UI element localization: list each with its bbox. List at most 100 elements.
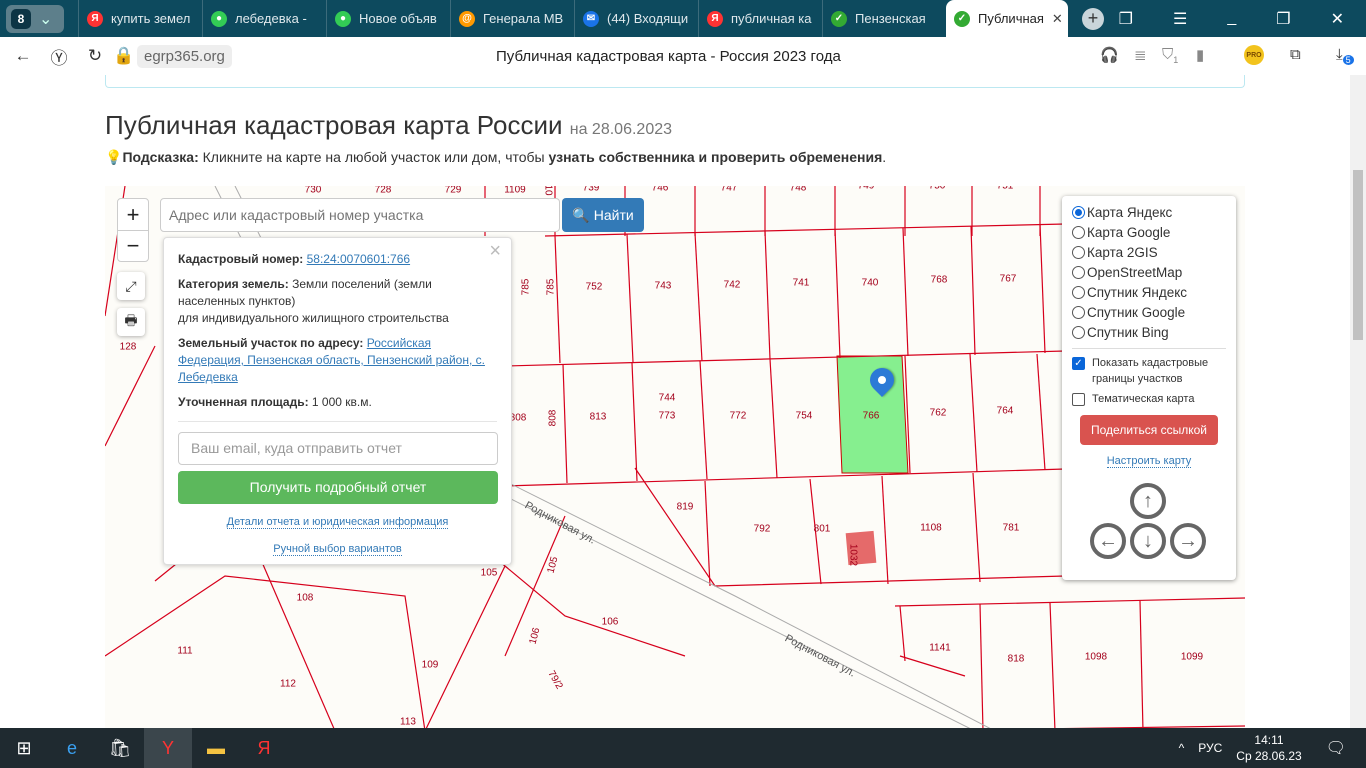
parcel-label[interactable]: 750 — [929, 186, 946, 192]
parcel-label[interactable]: 728 — [375, 186, 392, 196]
email-input[interactable]: Ваш email, куда отправить отчет — [178, 432, 498, 465]
close-tab-icon[interactable]: ✕ — [1052, 11, 1063, 27]
pan-up-button[interactable]: ↑ — [1130, 483, 1166, 519]
notifications-icon[interactable]: 🗨 — [1326, 738, 1346, 758]
parcel-label[interactable]: 741 — [793, 278, 810, 289]
pan-right-button[interactable]: → — [1170, 523, 1206, 559]
edge-icon[interactable]: e — [48, 728, 96, 768]
thematic-map-checkbox[interactable]: Тематическая карта — [1072, 391, 1236, 407]
close-window-button[interactable]: ✕ — [1331, 9, 1344, 29]
parcel-label[interactable]: 113 — [400, 717, 416, 728]
layer-option[interactable]: Спутник Яндекс — [1072, 282, 1236, 302]
layer-option[interactable]: Карта 2GIS — [1072, 242, 1236, 262]
parcel-label[interactable]: 1098 — [1085, 652, 1107, 663]
extensions-icon[interactable]: ⧉ — [1290, 46, 1301, 63]
print-button[interactable]: 🖶 — [117, 308, 145, 336]
get-report-button[interactable]: Получить подробный отчет — [178, 471, 498, 504]
parcel-label[interactable]: 749 — [858, 186, 875, 192]
parcel-label[interactable]: 785 — [546, 279, 557, 296]
parcel-label[interactable]: 781 — [1003, 523, 1020, 534]
parcel-label[interactable]: 752 — [586, 282, 603, 293]
parcel-label[interactable]: 754 — [796, 411, 813, 422]
parcel-label[interactable]: 808 — [510, 413, 527, 424]
zoom-in-button[interactable]: + — [118, 199, 148, 230]
parcel-label[interactable]: 128 — [120, 342, 137, 353]
pro-badge[interactable]: PRO — [1244, 45, 1264, 65]
parcel-label[interactable]: 105 — [481, 568, 498, 579]
parcel-label[interactable]: 1099 — [1181, 652, 1203, 663]
language-indicator[interactable]: РУС — [1198, 741, 1222, 755]
browser-tab[interactable]: @ Генерала МВ — [450, 0, 574, 37]
url-field[interactable]: egrp365.org — [137, 44, 232, 68]
parcel-label[interactable]: 762 — [930, 408, 947, 419]
parcel-label[interactable]: 818 — [1008, 654, 1025, 665]
downloads-icon[interactable]: ⤓ 5 — [1336, 46, 1354, 65]
pan-left-button[interactable]: ← — [1090, 523, 1126, 559]
parcel-label[interactable]: 108 — [297, 593, 314, 604]
details-link[interactable]: Детали отчета и юридическая информация — [226, 516, 449, 529]
cadastral-map[interactable]: 7307287291109107397467477487497507512901… — [105, 186, 1245, 728]
parcel-label[interactable]: 112 — [280, 679, 296, 690]
yandex-browser-icon[interactable]: Y — [144, 728, 192, 768]
layer-option[interactable]: OpenStreetMap — [1072, 262, 1236, 282]
parcel-label[interactable]: 792 — [754, 524, 771, 535]
browser-tab[interactable]: ● лебедевка - — [202, 0, 326, 37]
search-input[interactable] — [160, 198, 560, 232]
reload-icon[interactable]: ↻ — [77, 46, 113, 66]
parcel-label[interactable]: 743 — [655, 281, 672, 292]
tray-chevron-icon[interactable]: ^ — [1179, 741, 1185, 755]
parcel-label[interactable]: 740 — [862, 278, 879, 289]
parcel-label[interactable]: 746 — [652, 186, 669, 194]
parcel-label[interactable]: 739 — [583, 186, 600, 194]
browser-tab[interactable]: ✉ (44) Входящи — [574, 0, 698, 37]
parcel-label[interactable]: 1141 — [929, 643, 951, 654]
new-tab-button[interactable]: + — [1082, 7, 1104, 30]
layer-option[interactable]: Карта Google — [1072, 222, 1236, 242]
file-explorer-icon[interactable]: ▬ — [192, 728, 240, 768]
parcel-label[interactable]: 111 — [177, 646, 192, 657]
parcel-label[interactable]: 813 — [590, 412, 607, 423]
parcel-label[interactable]: 747 — [721, 186, 738, 194]
bookmarks-icon[interactable]: ❐ — [1119, 9, 1133, 29]
parcel-label[interactable]: 764 — [997, 406, 1014, 417]
parcel-label[interactable]: 767 — [1000, 274, 1017, 285]
page-scrollbar[interactable] — [1350, 75, 1366, 728]
parcel-label[interactable]: 744 — [659, 393, 676, 404]
share-link-button[interactable]: Поделиться ссылкой — [1080, 415, 1218, 445]
menu-icon[interactable]: ☰ — [1173, 9, 1187, 29]
cadastral-number-link[interactable]: 58:24:0070601:766 — [307, 252, 410, 266]
parcel-label[interactable]: 819 — [677, 502, 694, 513]
tab-count-button[interactable]: 8 ⌄ — [6, 4, 64, 33]
clock[interactable]: 14:11 Ср 28.06.23 — [1236, 732, 1301, 764]
back-icon[interactable]: ← — [5, 46, 41, 66]
layer-option[interactable]: Спутник Google — [1072, 302, 1236, 322]
parcel-label[interactable]: 730 — [305, 186, 322, 196]
scrollbar-thumb[interactable] — [1353, 170, 1363, 340]
parcel-label[interactable]: 751 — [997, 186, 1014, 192]
pan-down-button[interactable]: ↓ — [1130, 523, 1166, 559]
parcel-label[interactable]: 109 — [422, 660, 439, 671]
parcel-label[interactable]: 785 — [521, 279, 532, 296]
fullscreen-button[interactable]: ⤢ — [117, 272, 145, 300]
yandex-app-icon[interactable]: Я — [240, 728, 288, 768]
parcel-label[interactable]: 1109 — [504, 186, 526, 196]
parcel-label[interactable]: 801 — [814, 524, 831, 535]
minimize-button[interactable]: _ — [1227, 9, 1236, 29]
browser-tab[interactable]: ✓ Пензенская — [822, 0, 946, 37]
manual-choice-link[interactable]: Ручной выбор вариантов — [273, 543, 402, 556]
browser-tab[interactable]: Япубличная ка — [698, 0, 822, 37]
headphones-icon[interactable]: 🎧 — [1100, 46, 1119, 64]
search-button[interactable]: 🔍 Найти — [562, 198, 644, 232]
browser-tab[interactable]: Якупить земел — [78, 0, 202, 37]
parcel-label[interactable]: 768 — [931, 275, 948, 286]
yandex-logo-icon[interactable]: Ⓨ — [41, 44, 77, 69]
browser-tab[interactable]: ✓ Публичная ✕ — [946, 0, 1068, 37]
configure-map-link[interactable]: Настроить карту — [1106, 455, 1192, 468]
layer-option[interactable]: Карта Яндекс — [1072, 202, 1236, 222]
parcel-label[interactable]: 106 — [602, 617, 619, 628]
show-borders-checkbox[interactable]: ✓ Показать кадастровые границы участков — [1072, 355, 1236, 387]
close-icon[interactable]: × — [489, 241, 501, 261]
parcel-label[interactable]: 729 — [445, 186, 462, 196]
store-icon[interactable]: 🛍 — [96, 728, 144, 768]
layer-option[interactable]: Спутник Bing — [1072, 322, 1236, 342]
